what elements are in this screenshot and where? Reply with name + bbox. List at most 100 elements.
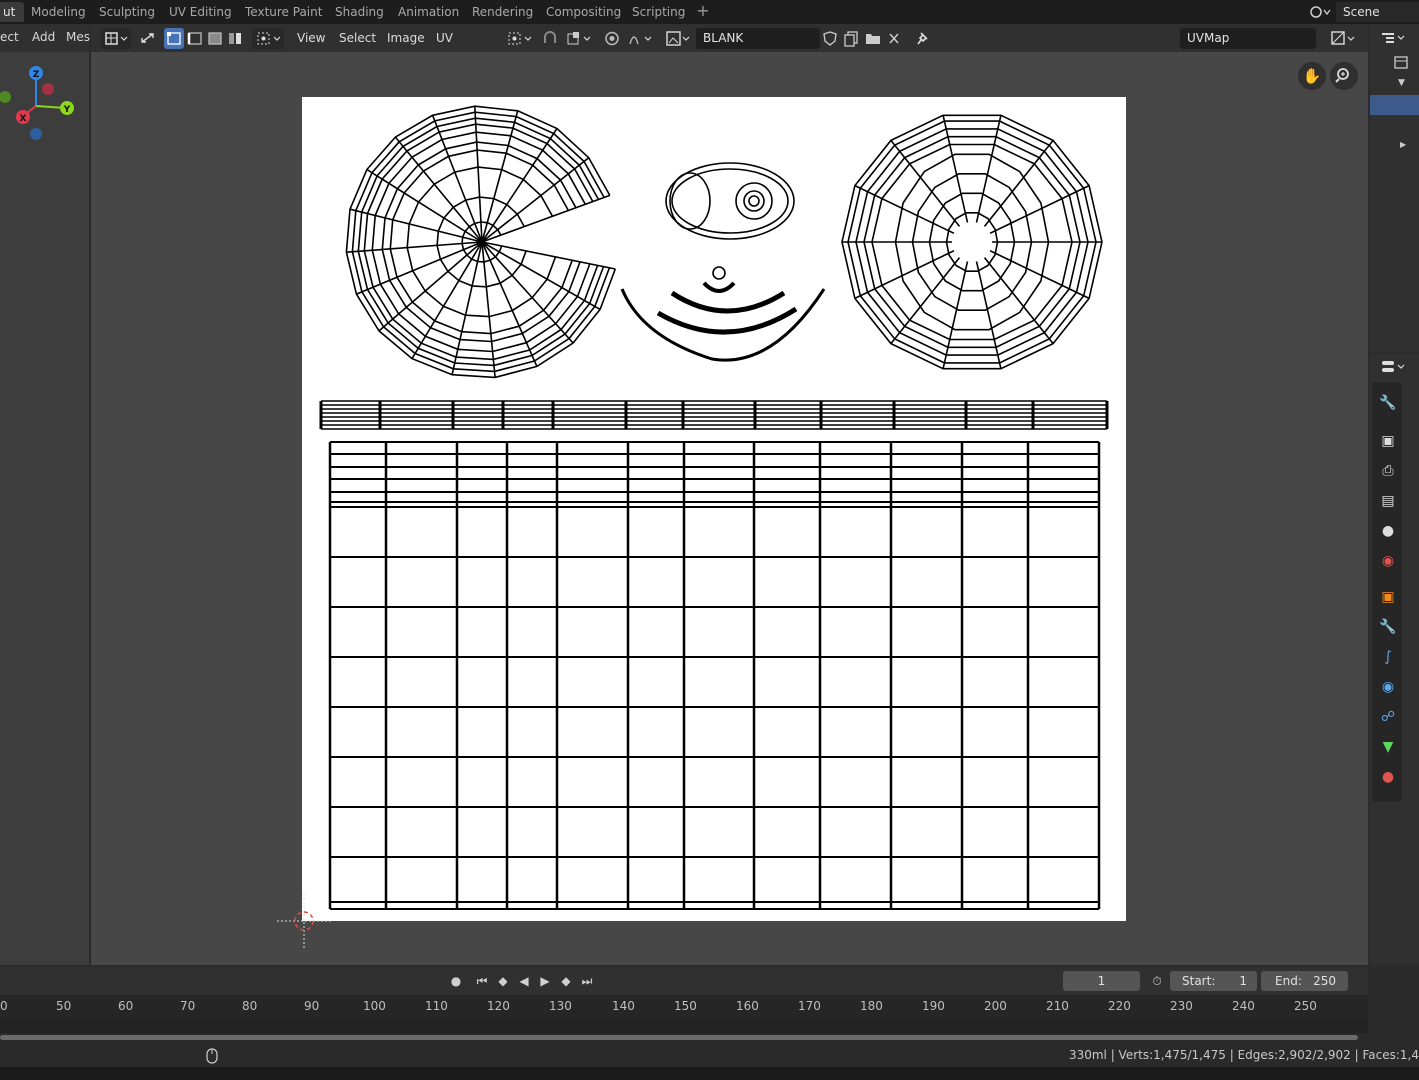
edge-select-mode-icon[interactable]	[185, 28, 205, 49]
menu-uv[interactable]: UV	[436, 28, 453, 49]
frame-tick-label: 100	[363, 999, 386, 1013]
collection-expand-arrow-icon[interactable]: ▼	[1398, 78, 1405, 88]
uvmap-selector[interactable]: UVMap	[1180, 28, 1316, 49]
frame-tick-label: 210	[1046, 999, 1069, 1013]
snap-target-icon[interactable]	[563, 28, 595, 49]
tab-animation[interactable]: Animation	[389, 2, 468, 22]
jump-to-end-icon[interactable]: ⏭	[577, 972, 597, 990]
3d-viewport-header: ect Add Mes	[0, 24, 90, 52]
vertex-select-mode-icon[interactable]	[164, 28, 184, 49]
menu-view[interactable]: View	[297, 28, 325, 49]
frame-tick-label: 110	[425, 999, 448, 1013]
timeline-track[interactable]	[0, 1019, 1368, 1033]
properties-panel[interactable]: 🔧 ▣ ⎙ ▤ ● ◉ ▣ 🔧 ∫ ◉ ☍ ▼ ●	[1370, 354, 1419, 965]
pivot-point-icon[interactable]	[503, 28, 535, 49]
play-reverse-icon[interactable]: ◀	[514, 972, 534, 990]
view-layer-tab-icon[interactable]: ▤	[1377, 490, 1399, 512]
pin-image-icon[interactable]	[911, 28, 933, 49]
proportional-falloff-icon[interactable]	[625, 28, 657, 49]
zoom-view-icon[interactable]	[1330, 62, 1358, 90]
outliner-selected-row[interactable]	[1370, 95, 1419, 115]
sync-selection-icon[interactable]	[137, 28, 159, 49]
modifier-tab-icon[interactable]: 🔧	[1377, 616, 1399, 638]
world-tab-icon[interactable]: ◉	[1377, 550, 1399, 572]
island-select-mode-icon[interactable]	[225, 28, 245, 49]
tab-compositing[interactable]: Compositing	[537, 2, 630, 22]
fake-user-shield-icon[interactable]	[820, 28, 840, 49]
start-label: Start:	[1182, 974, 1216, 988]
object-expand-arrow-icon[interactable]: ▶	[1400, 140, 1406, 149]
tab-sculpting[interactable]: Sculpting	[90, 2, 164, 22]
uv-image-canvas[interactable]	[302, 97, 1126, 921]
status-bar: 330ml | Verts:1,475/1,475 | Edges:2,902/…	[0, 1045, 1419, 1067]
scene-tab-icon[interactable]: ●	[1377, 520, 1399, 542]
end-value: 250	[1313, 974, 1336, 988]
uv-editor[interactable]: View Select Image UV BLANK UVMap ✋	[91, 24, 1368, 965]
material-tab-icon[interactable]: ●	[1377, 766, 1399, 788]
properties-editor-type-icon[interactable]	[1380, 356, 1410, 381]
snap-toggle-icon[interactable]	[539, 28, 561, 49]
image-name-field[interactable]: BLANK	[696, 28, 820, 49]
menu-object[interactable]: ect	[0, 30, 19, 44]
tab-layout[interactable]: ut	[0, 2, 25, 22]
filter-icon[interactable]	[1392, 55, 1412, 74]
outliner-display-mode-icon[interactable]	[1380, 28, 1410, 51]
overlay-display-icon[interactable]	[1327, 28, 1359, 49]
mouse-icon	[206, 1048, 218, 1064]
editor-type-icon[interactable]	[101, 28, 131, 49]
tab-uv-editing[interactable]: UV Editing	[160, 2, 241, 22]
open-image-folder-icon[interactable]	[863, 28, 883, 49]
unlink-image-icon[interactable]	[884, 28, 904, 49]
navigation-gizmo[interactable]: Z Y X	[0, 60, 89, 150]
uv-mesh-layout[interactable]	[302, 97, 1126, 921]
current-frame-field[interactable]: 1	[1063, 971, 1140, 991]
physics-tab-icon[interactable]: ◉	[1377, 676, 1399, 698]
frame-tick-label: 90	[304, 999, 320, 1013]
render-tab-icon[interactable]: ▣	[1377, 430, 1399, 452]
tab-scripting[interactable]: Scripting	[623, 2, 694, 22]
auto-keying-record-icon[interactable]: ●	[446, 972, 466, 990]
tab-modeling[interactable]: Modeling	[22, 2, 95, 22]
2d-cursor-icon[interactable]	[277, 894, 331, 948]
face-select-mode-icon[interactable]	[205, 28, 225, 49]
outliner-panel[interactable]: ▼ ▶	[1370, 24, 1419, 352]
tab-shading[interactable]: Shading	[326, 2, 393, 22]
menu-mesh[interactable]: Mes	[66, 30, 90, 44]
play-icon[interactable]: ▶	[535, 972, 555, 990]
jump-next-keyframe-icon[interactable]: ◆	[556, 972, 576, 990]
timeline-frame-ruler[interactable]: 0 50 60 70 80 90 100 110 120 130 140 150 160 170 180 19…	[0, 995, 1368, 1019]
mesh-data-tab-icon[interactable]: ▼	[1377, 736, 1399, 758]
end-frame-field[interactable]: End: 250	[1261, 971, 1348, 991]
tab-rendering[interactable]: Rendering	[463, 2, 542, 22]
menu-add[interactable]: Add	[32, 30, 55, 44]
start-frame-field[interactable]: Start: 1	[1170, 971, 1257, 991]
menu-image[interactable]: Image	[387, 28, 425, 49]
new-image-icon[interactable]	[842, 28, 862, 49]
pan-view-hand-icon[interactable]: ✋	[1298, 62, 1326, 90]
timeline-header: ● ⏮ ◆ ◀ ▶ ◆ ⏭ 1 ⏱ Start: 1 End: 250	[0, 967, 1368, 995]
object-tab-icon[interactable]: ▣	[1377, 586, 1399, 608]
frame-tick-label: 130	[549, 999, 572, 1013]
sticky-selection-icon[interactable]	[252, 28, 284, 49]
stopwatch-icon[interactable]: ⏱	[1147, 972, 1167, 990]
scene-selector-icon[interactable]	[1306, 2, 1334, 22]
3d-viewport[interactable]: ect Add Mes Z Y X	[0, 24, 90, 965]
tool-settings-tab-icon[interactable]: 🔧	[1377, 392, 1399, 414]
jump-to-start-icon[interactable]: ⏮	[472, 972, 492, 990]
tab-texture-paint[interactable]: Texture Paint	[236, 2, 331, 22]
add-workspace-button[interactable]: +	[694, 2, 712, 22]
proportional-editing-icon[interactable]	[601, 28, 623, 49]
output-tab-icon[interactable]: ⎙	[1377, 460, 1399, 482]
timeline-scrollbar[interactable]	[0, 1035, 1358, 1040]
frame-tick-label: 240	[1232, 999, 1255, 1013]
particles-tab-icon[interactable]: ∫	[1377, 646, 1399, 668]
frame-tick-label: 80	[242, 999, 258, 1013]
scene-name-field[interactable]: Scene	[1336, 2, 1419, 22]
timeline[interactable]: ● ⏮ ◆ ◀ ▶ ◆ ⏭ 1 ⏱ Start: 1 End: 250 0 50 6…	[0, 967, 1368, 1043]
start-value: 1	[1239, 974, 1247, 988]
image-browse-icon[interactable]	[663, 28, 693, 49]
frame-tick-label: 230	[1170, 999, 1193, 1013]
menu-select[interactable]: Select	[339, 28, 376, 49]
jump-prev-keyframe-icon[interactable]: ◆	[493, 972, 513, 990]
constraints-tab-icon[interactable]: ☍	[1377, 706, 1399, 728]
